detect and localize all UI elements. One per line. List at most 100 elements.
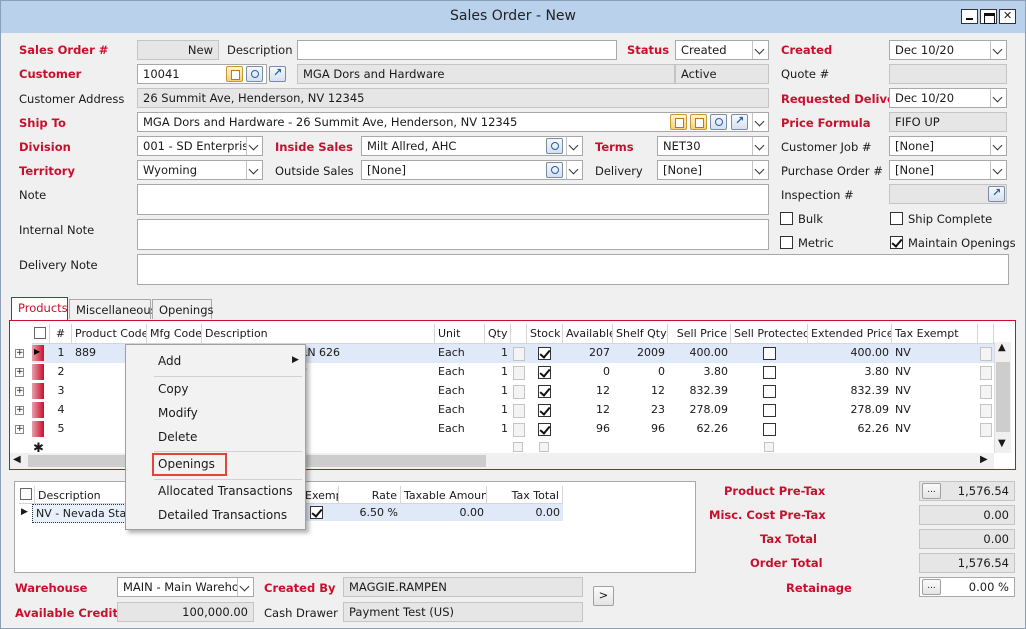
scroll-right-icon[interactable]: ▶ xyxy=(980,454,988,465)
expand-row-icon[interactable]: + xyxy=(15,425,24,434)
row-selector[interactable] xyxy=(32,383,44,399)
maximize-button[interactable] xyxy=(980,9,997,24)
link-icon[interactable] xyxy=(731,114,748,130)
created-date-picker[interactable]: Dec 10/20 xyxy=(889,40,1007,60)
tax-col-exempt[interactable]: Exempt xyxy=(305,486,339,504)
terms-select[interactable]: NET30 xyxy=(657,136,769,156)
row-selector[interactable] xyxy=(32,421,44,437)
expand-button[interactable]: > xyxy=(593,586,614,606)
division-select[interactable]: 001 - SD Enterprise xyxy=(137,136,263,156)
tax-col-rate[interactable]: Rate xyxy=(339,486,401,504)
scroll-thumb[interactable] xyxy=(996,362,1010,432)
tax-row-exempt-checkbox[interactable] xyxy=(310,506,323,519)
qty-edit-button[interactable] xyxy=(513,404,525,418)
sell-protected-checkbox[interactable] xyxy=(763,366,776,379)
description-input[interactable] xyxy=(297,40,617,60)
note-icon[interactable] xyxy=(670,114,687,130)
col-available[interactable]: Available xyxy=(563,324,613,344)
row-selector[interactable] xyxy=(32,402,44,418)
row-end-button[interactable] xyxy=(980,366,992,380)
col-extended-price[interactable]: Extended Price xyxy=(808,324,892,344)
tax-column-chooser-toggle[interactable] xyxy=(20,488,32,500)
stock-checkbox[interactable] xyxy=(538,404,551,417)
qty-edit-button[interactable] xyxy=(513,385,525,399)
delivery-note-input[interactable] xyxy=(137,254,1009,285)
link-icon[interactable] xyxy=(269,66,286,82)
col-stock[interactable]: Stock xyxy=(527,324,563,344)
new-row-protected-checkbox[interactable] xyxy=(764,442,774,452)
stock-checkbox[interactable] xyxy=(538,347,551,360)
minimize-button[interactable] xyxy=(961,9,978,24)
col-qty[interactable]: Qty xyxy=(485,324,511,344)
menu-item-detailed-transactions[interactable]: Detailed Transactions xyxy=(158,508,287,522)
delivery-select[interactable]: [None] xyxy=(657,160,769,180)
link-icon[interactable] xyxy=(988,186,1005,202)
col-sell-price[interactable]: Sell Price xyxy=(668,324,731,344)
tab-products[interactable]: Products xyxy=(11,297,68,320)
scroll-up-icon[interactable]: ▲ xyxy=(998,342,1006,353)
expand-row-icon[interactable]: + xyxy=(15,406,24,415)
qty-edit-button[interactable] xyxy=(513,423,525,437)
purchase-order-select[interactable]: [None] xyxy=(889,160,1007,180)
retainage-details-button[interactable]: ... xyxy=(922,579,941,595)
metric-checkbox[interactable] xyxy=(780,236,793,249)
note-icon[interactable] xyxy=(226,66,243,82)
maintain-openings-checkbox[interactable] xyxy=(890,236,903,249)
new-row-stock-checkbox[interactable] xyxy=(539,442,549,452)
tab-miscellaneous[interactable]: Miscellaneous xyxy=(69,299,157,319)
product-pretax-details-button[interactable]: ... xyxy=(922,483,941,499)
chevron-down-icon[interactable] xyxy=(246,137,262,155)
grid-vertical-scrollbar[interactable]: ▲ ▼ xyxy=(994,342,1011,453)
chevron-down-icon[interactable] xyxy=(246,161,262,179)
tax-col-taxable[interactable]: Taxable Amount xyxy=(401,486,487,504)
chevron-down-icon[interactable] xyxy=(752,137,768,155)
menu-item-modify[interactable]: Modify xyxy=(158,406,198,420)
sell-protected-checkbox[interactable] xyxy=(763,404,776,417)
chevron-down-icon[interactable] xyxy=(752,161,768,179)
stock-checkbox[interactable] xyxy=(538,385,551,398)
col-tax-exempt[interactable]: Tax Exempt xyxy=(892,324,978,344)
chevron-down-icon[interactable] xyxy=(566,137,582,155)
ship-complete-checkbox[interactable] xyxy=(890,212,903,225)
chevron-down-icon[interactable] xyxy=(752,41,768,59)
row-end-button[interactable] xyxy=(980,347,992,361)
col-unit[interactable]: Unit xyxy=(435,324,485,344)
chevron-down-icon[interactable] xyxy=(752,113,768,131)
status-select[interactable]: Created xyxy=(675,40,769,60)
tax-row-description[interactable]: NV - Nevada State xyxy=(32,504,128,523)
menu-item-delete[interactable]: Delete xyxy=(158,430,197,444)
menu-item-allocated-transactions[interactable]: Allocated Transactions xyxy=(158,484,293,498)
col-sell-protected[interactable]: Sell Protected xyxy=(731,324,808,344)
stock-checkbox[interactable] xyxy=(538,423,551,436)
close-button[interactable] xyxy=(999,9,1016,24)
chevron-down-icon[interactable] xyxy=(990,89,1006,107)
row-end-button[interactable] xyxy=(980,385,992,399)
search-icon[interactable] xyxy=(246,66,263,82)
column-chooser-toggle[interactable] xyxy=(34,327,46,339)
qty-edit-button[interactable] xyxy=(513,366,525,380)
search-icon[interactable] xyxy=(546,138,563,154)
menu-item-add[interactable]: Add xyxy=(158,354,181,368)
expand-row-icon[interactable]: + xyxy=(15,368,24,377)
column-chooser[interactable] xyxy=(32,324,50,344)
chevron-down-icon[interactable] xyxy=(566,161,582,179)
search-icon[interactable] xyxy=(546,162,563,178)
col-num[interactable]: # xyxy=(50,324,72,344)
requested-delivery-picker[interactable]: Dec 10/20 xyxy=(889,88,1007,108)
menu-item-openings[interactable]: Openings xyxy=(158,457,215,471)
expand-row-icon[interactable]: + xyxy=(15,387,24,396)
menu-item-copy[interactable]: Copy xyxy=(158,382,188,396)
row-selector[interactable]: ▶ xyxy=(32,345,44,361)
row-selector[interactable] xyxy=(32,364,44,380)
chevron-down-icon[interactable] xyxy=(990,161,1006,179)
row-end-button[interactable] xyxy=(980,423,992,437)
sell-protected-checkbox[interactable] xyxy=(763,423,776,436)
add-note-icon[interactable] xyxy=(690,114,707,130)
bulk-checkbox[interactable] xyxy=(780,212,793,225)
col-shelf-qty[interactable]: Shelf Qty xyxy=(613,324,668,344)
row-end-button[interactable] xyxy=(980,404,992,418)
qty-edit-button[interactable] xyxy=(513,347,525,361)
col-description[interactable]: Description xyxy=(202,324,435,344)
territory-select[interactable]: Wyoming xyxy=(137,160,263,180)
internal-note-input[interactable] xyxy=(137,219,769,250)
